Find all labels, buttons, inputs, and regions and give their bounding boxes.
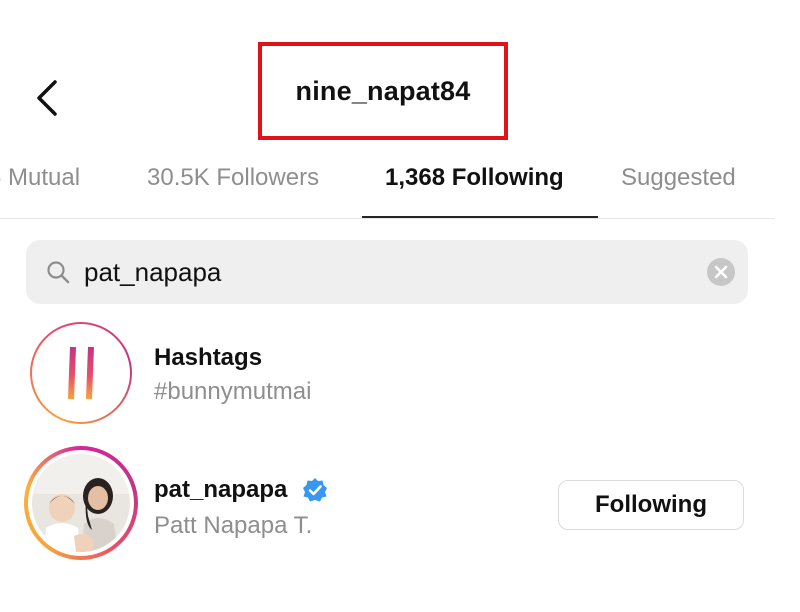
tabs-divider [0,218,775,219]
verified-badge-icon [303,478,327,502]
search-input[interactable]: pat_napapa [26,240,748,304]
hashtags-title: Hashtags [154,344,263,371]
hashtag-avatar [30,322,132,424]
back-button[interactable] [28,76,64,120]
list-item-user[interactable]: pat_napapa Patt Napapa T. Following [24,446,754,564]
chevron-left-icon [37,80,57,116]
tab-followers[interactable]: 30.5K Followers [147,164,319,192]
following-button[interactable]: Following [558,480,744,530]
username: pat_napapa [154,476,288,503]
hashtag-subtitle: #bunnymutmai [154,378,312,405]
tab-bar: 6 Mutual 30.5K Followers 1,368 Following… [0,150,800,220]
hashtag-icon [59,346,103,400]
tab-mutual[interactable]: 6 Mutual [0,164,80,192]
story-ring [24,446,138,560]
tab-following[interactable]: 1,368 Following [385,164,564,192]
search-query: pat_napapa [84,257,222,287]
list-item-hashtags[interactable]: Hashtags #bunnymutmai [30,322,750,426]
clear-icon[interactable] [706,257,736,287]
avatar[interactable] [32,454,130,552]
search-icon [47,261,70,284]
page-title: nine_napat84 [295,75,471,106]
page-title-highlight: nine_napat84 [258,42,508,140]
following-screen: nine_napat84 6 Mutual 30.5K Followers 1,… [0,0,800,612]
tab-suggested[interactable]: Suggested [621,164,736,192]
full-name: Patt Napapa T. [154,512,313,539]
